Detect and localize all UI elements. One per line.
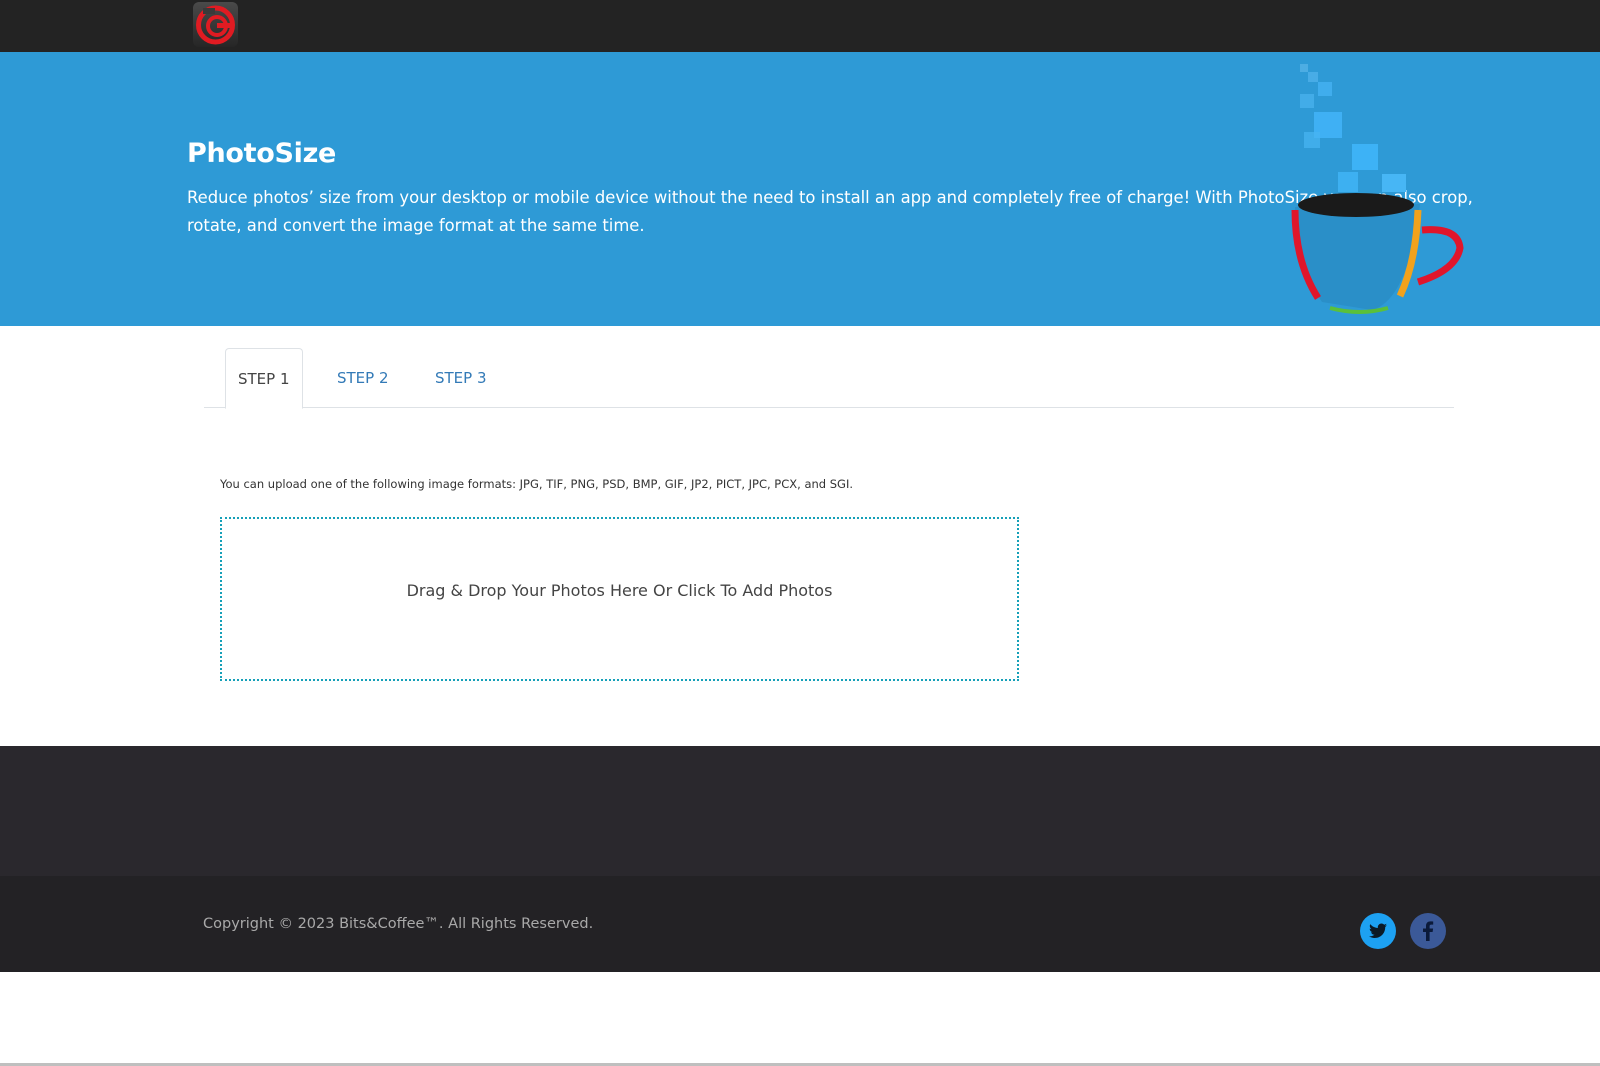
hero-description: Reduce photos’ size from your desktop or… (187, 188, 1473, 235)
tab-step-1[interactable]: STEP 1 (225, 348, 303, 409)
bits-and-coffee-logo-icon[interactable] (193, 2, 238, 47)
tab-step-3[interactable]: STEP 3 (423, 348, 499, 408)
footer: Copyright © 2023 Bits&Coffee™. All Right… (0, 876, 1600, 972)
top-navbar (0, 0, 1600, 52)
coffee-cup-icon (1291, 64, 1464, 314)
facebook-icon[interactable] (1410, 913, 1446, 949)
supported-formats-text: You can upload one of the following imag… (220, 477, 854, 491)
copyright-text: Copyright © 2023 Bits&Coffee™. All Right… (203, 916, 594, 932)
tab-step-2[interactable]: STEP 2 (325, 348, 401, 408)
hero-banner: PhotoSize Reduce photos’ size from your … (0, 52, 1600, 326)
step-tabs: STEP 1 STEP 2 STEP 3 (204, 348, 1454, 409)
page-title: PhotoSize (187, 138, 337, 169)
footer-upper (0, 746, 1600, 876)
twitter-icon[interactable] (1360, 913, 1396, 949)
dropzone-label: Drag & Drop Your Photos Here Or Click To… (406, 581, 833, 600)
photo-dropzone[interactable]: Drag & Drop Your Photos Here Or Click To… (220, 517, 1019, 681)
